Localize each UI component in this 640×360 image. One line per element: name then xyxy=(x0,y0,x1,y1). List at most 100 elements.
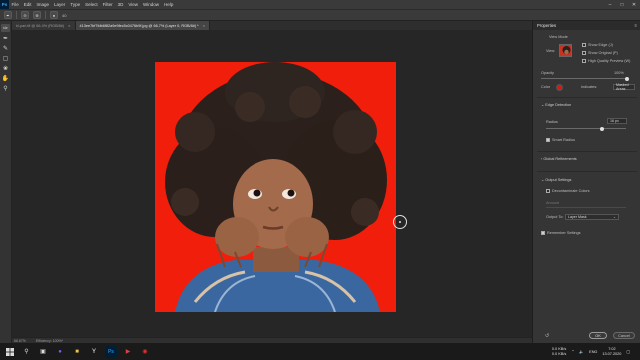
edge-detection-section[interactable]: ⌄ Edge Detection xyxy=(541,102,571,107)
clock-date: 13.07.2020 xyxy=(602,351,622,356)
overlay-color-swatch[interactable] xyxy=(556,84,563,91)
menu-file[interactable]: File xyxy=(9,2,21,7)
object-selection-icon[interactable]: ▢ xyxy=(1,54,10,62)
network-speed: 0.0 KB/s 0.0 KB/s xyxy=(552,347,566,357)
brush-subtract-icon[interactable]: ⊖ xyxy=(21,11,29,19)
notifications-icon[interactable]: ▢ xyxy=(626,349,630,354)
decontaminate-option[interactable]: Decontaminate Colors xyxy=(546,189,590,193)
quick-selection-tool-icon[interactable]: ✑ xyxy=(1,24,10,32)
close-icon[interactable]: × xyxy=(68,23,70,28)
smart-radius-label: Smart Radius xyxy=(552,138,576,142)
yandex-icon[interactable]: Y xyxy=(88,346,100,358)
zoom-level[interactable]: 66.67% xyxy=(14,339,26,343)
menu-window[interactable]: Window xyxy=(141,2,162,7)
document-image[interactable] xyxy=(155,62,396,312)
reset-icon[interactable]: ↺ xyxy=(545,333,549,339)
tab-label: 413ee7bf7fdb6f82a9e9fec5c0476b9f.jpg @ 6… xyxy=(79,23,199,28)
menu-3d[interactable]: 3D xyxy=(115,2,126,7)
cancel-button[interactable]: Cancel xyxy=(613,332,635,339)
volume-icon[interactable]: 🔈 xyxy=(579,349,584,354)
radius-slider[interactable] xyxy=(546,126,626,131)
menu-bar: Ps File Edit Image Layer Type Select Fil… xyxy=(0,0,640,9)
chevron-down-icon: ⌄ xyxy=(612,215,616,219)
menu-image[interactable]: Image xyxy=(34,2,52,7)
tab-label: kl-pari.tif @ 66.4% (RGB/8#) xyxy=(16,23,65,28)
high-quality-preview-option[interactable]: High Quality Preview (W) xyxy=(582,59,630,63)
ok-button[interactable]: OK xyxy=(589,332,607,339)
output-to-dropdown[interactable]: Layer Mask ⌄ xyxy=(565,214,619,220)
close-icon[interactable]: × xyxy=(203,23,205,28)
global-refinements-section[interactable]: › Global Refinements xyxy=(541,157,577,161)
color-label: Color xyxy=(541,85,551,89)
show-edge-checkbox[interactable] xyxy=(582,43,586,47)
lasso-tool-icon[interactable]: ❀ xyxy=(1,64,10,72)
indicates-dropdown[interactable]: Masked Areas xyxy=(613,83,635,91)
maximize-icon[interactable]: □ xyxy=(616,0,628,9)
radius-slider-knob[interactable] xyxy=(600,126,604,131)
show-original-checkbox[interactable] xyxy=(582,51,586,55)
view-mode-thumbnail[interactable] xyxy=(559,44,572,57)
refine-edge-brush-icon[interactable]: ✒ xyxy=(1,34,10,42)
amount-slider[interactable] xyxy=(546,207,626,208)
recorder-icon[interactable]: ◉ xyxy=(139,346,151,358)
net-download: 0.0 KB/s xyxy=(551,351,567,356)
tab-document-1[interactable]: kl-pari.tif @ 66.4% (RGB/8#) × xyxy=(12,21,76,30)
menu-help[interactable]: Help xyxy=(162,2,176,7)
show-original-option[interactable]: Show Original (P) xyxy=(582,51,618,55)
divider xyxy=(537,151,637,152)
menu-select[interactable]: Select xyxy=(83,2,101,7)
brush-tool-preset-icon[interactable]: ✒ xyxy=(4,11,12,19)
smart-radius-checkbox[interactable] xyxy=(546,138,550,142)
file-explorer-icon[interactable]: ■ xyxy=(71,346,83,358)
windows-logo-icon xyxy=(6,347,14,356)
decontaminate-checkbox[interactable] xyxy=(546,189,550,193)
brush-add-icon[interactable]: ⊕ xyxy=(33,11,41,19)
clock[interactable]: 7:02 13.07.2020 xyxy=(602,347,621,357)
tray-arrow-icon[interactable]: ⌃ xyxy=(571,349,574,354)
high-quality-preview-checkbox[interactable] xyxy=(582,59,586,63)
document-info[interactable]: Efficiency: 100%* xyxy=(36,339,63,343)
windows-start-icon[interactable] xyxy=(4,346,16,358)
opacity-slider[interactable] xyxy=(541,76,629,81)
browser-icon[interactable]: ● xyxy=(54,346,66,358)
menu-view[interactable]: View xyxy=(126,2,141,7)
menu-edit[interactable]: Edit xyxy=(21,2,34,7)
brush-cursor xyxy=(393,215,407,229)
show-edge-option[interactable]: Show Edge (J) xyxy=(582,43,613,47)
divider xyxy=(16,11,17,19)
thumbnail-icon xyxy=(560,45,571,56)
view-label: View: xyxy=(546,49,556,53)
brush-size-picker-icon[interactable]: ● xyxy=(50,11,58,19)
output-settings-section[interactable]: ⌄ Output Settings xyxy=(541,177,571,182)
view-mode-label: View Mode xyxy=(549,35,568,39)
menu-filter[interactable]: Filter xyxy=(100,2,115,7)
language-indicator[interactable]: ENG xyxy=(589,350,597,354)
media-player-icon[interactable]: ▶ xyxy=(122,346,134,358)
opacity-value[interactable]: 100% xyxy=(614,71,624,75)
divider xyxy=(45,11,46,19)
smart-radius-option[interactable]: Smart Radius xyxy=(546,138,575,142)
remember-settings-label: Remember Settings xyxy=(547,231,581,235)
brush-size-value[interactable]: 40 xyxy=(62,13,66,18)
zoom-tool-icon[interactable]: ⚲ xyxy=(1,84,10,92)
minimize-icon[interactable]: – xyxy=(604,0,616,9)
tab-document-2[interactable]: 413ee7bf7fdb6f82a9e9fec5c0476b9f.jpg @ 6… xyxy=(75,21,210,30)
panel-menu-icon[interactable]: ≡ xyxy=(635,23,637,28)
remember-settings-checkbox[interactable] xyxy=(541,231,545,235)
indicates-label: Indicates: xyxy=(581,85,598,89)
menu-type[interactable]: Type xyxy=(68,2,83,7)
hand-tool-icon[interactable]: ✋ xyxy=(1,74,10,82)
menu-layer[interactable]: Layer xyxy=(52,2,68,7)
opacity-slider-knob[interactable] xyxy=(625,76,629,81)
radius-input[interactable]: 16 px xyxy=(607,118,627,124)
photoshop-taskbar-icon[interactable]: Ps xyxy=(105,345,117,358)
child-photo-illustration xyxy=(155,62,396,312)
close-icon[interactable]: ✕ xyxy=(628,0,640,9)
canvas-area[interactable] xyxy=(12,30,532,337)
remember-settings-option[interactable]: Remember Settings xyxy=(541,231,581,235)
brush-tool-icon[interactable]: ✎ xyxy=(1,44,10,52)
panel-header: Properties ≡ xyxy=(533,21,640,30)
indicates-value: Masked Areas xyxy=(616,83,629,91)
search-icon[interactable]: ⚲ xyxy=(19,348,35,355)
task-view-icon[interactable]: ▣ xyxy=(37,346,49,358)
